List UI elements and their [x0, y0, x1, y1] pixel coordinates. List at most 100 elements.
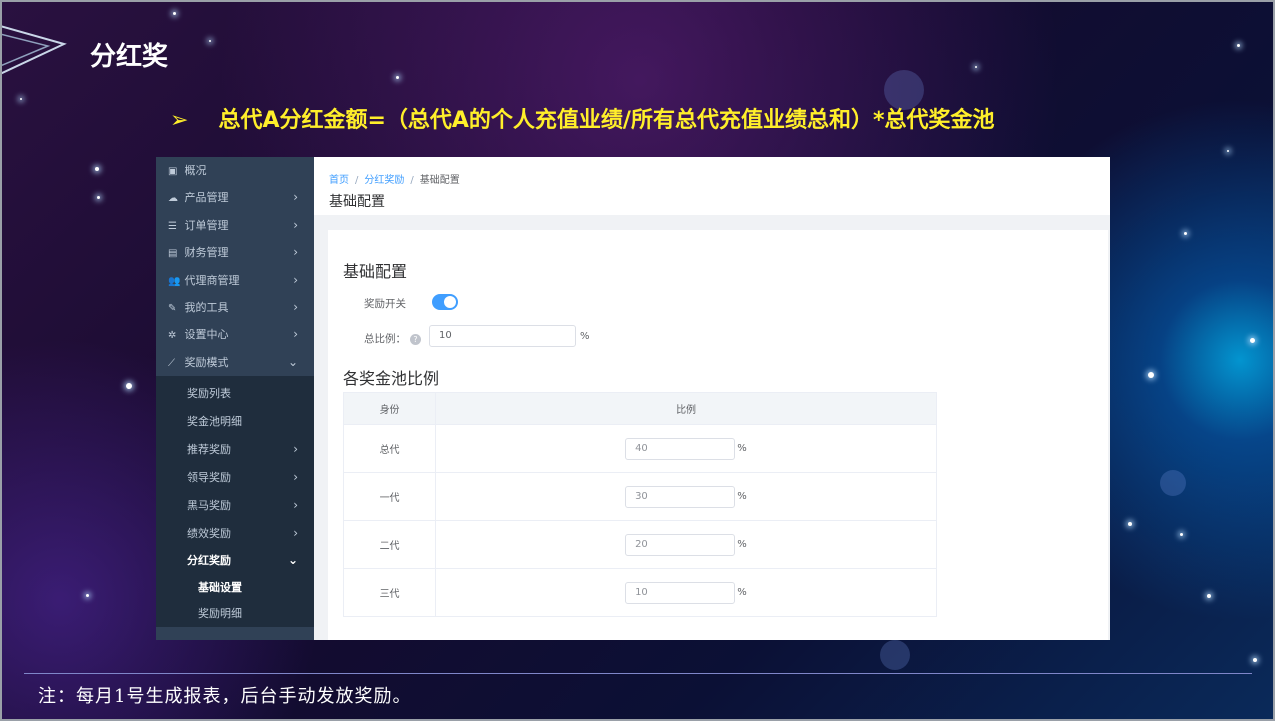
sidebar-item-reward-list[interactable]: 奖励列表 — [156, 380, 314, 408]
sidebar-item-label: 我的工具 — [184, 300, 229, 314]
breadcrumb-home-link[interactable]: 首页 — [329, 175, 349, 186]
sidebar-item-label: 绩效奖励 — [187, 526, 231, 540]
sidebar-item-pool-detail[interactable]: 奖金池明细 — [156, 408, 314, 436]
table-row: 三代 10% — [342, 568, 937, 617]
chevron-right-icon: › — [293, 525, 298, 540]
sidebar-item-label: 订单管理 — [184, 218, 229, 232]
sidebar-item-finance[interactable]: ▤ 财务管理 › — [156, 239, 314, 266]
ratio-cell: 20% — [435, 520, 937, 569]
breadcrumb-separator: / — [355, 175, 359, 186]
ratio-cell: 30% — [435, 472, 937, 521]
sidebar-item-label: 产品管理 — [184, 191, 229, 205]
total-ratio-input[interactable]: 10 — [429, 325, 576, 347]
table-row: 二代 20% — [342, 520, 937, 569]
config-card: 基础配置 奖励开关 总比例：? 10 % 各奖金池比例 身份 比例 总代 40% — [328, 230, 1108, 640]
sidebar: ▣ 概况 ☁ 产品管理 › ☰ 订单管理 › ▤ 财务管理 › 👥 代理商管理 › ✎ … — [156, 157, 314, 640]
breadcrumb: 首页 / 分红奖励 / 基础配置 — [329, 171, 460, 186]
total-ratio-label-text: 总比例： — [364, 333, 406, 345]
chart-icon: ⟋ — [168, 357, 175, 369]
list-icon: ☰ — [168, 220, 177, 232]
breadcrumb-separator: / — [410, 175, 414, 186]
breadcrumb-current: 基础配置 — [419, 175, 460, 186]
table-row: 一代 30% — [342, 472, 937, 521]
percent-unit: % — [737, 443, 747, 454]
ratio-input[interactable]: 30 — [625, 485, 736, 508]
sidebar-item-label: 分红奖励 — [187, 554, 231, 568]
basic-config-title: 基础配置 — [343, 262, 408, 281]
sidebar-item-leader-reward[interactable]: 领导奖励 › — [156, 464, 314, 492]
sidebar-item-basic-settings[interactable]: 基础设置 — [156, 575, 314, 601]
chevron-right-icon: › — [293, 327, 298, 342]
column-header-identity: 身份 — [342, 392, 437, 425]
chevron-right-icon: › — [293, 299, 298, 314]
bullet-arrow-icon: ➢ — [170, 108, 189, 133]
sidebar-item-label: 概况 — [184, 164, 207, 177]
corner-triangle-logo — [0, 24, 67, 76]
sidebar-item-darkhorse-reward[interactable]: 黑马奖励 › — [156, 492, 314, 520]
identity-cell: 一代 — [342, 472, 437, 521]
page-header: 首页 / 分红奖励 / 基础配置 基础配置 — [314, 157, 1110, 215]
sidebar-item-orders[interactable]: ☰ 订单管理 › — [156, 212, 314, 239]
pool-ratio-table: 身份 比例 总代 40% 一代 30% 二代 20% 三代 10 % — [342, 392, 937, 617]
wrench-icon: ✎ — [168, 302, 177, 314]
formula-bullet: ➢ 总代A分红金额=（总代A的个人充值业绩/所有总代充值业绩总和）*总代奖金池 — [170, 102, 994, 134]
percent-unit: % — [737, 491, 747, 502]
sidebar-item-products[interactable]: ☁ 产品管理 › — [156, 184, 314, 211]
money-icon: ▤ — [168, 248, 178, 260]
cloud-icon: ☁ — [168, 193, 178, 205]
help-icon[interactable]: ? — [410, 333, 421, 345]
ratio-input[interactable]: 10 — [625, 581, 736, 604]
reward-submenu: 奖励列表 奖金池明细 推荐奖励 › 领导奖励 › 黑马奖励 › 绩效奖励 › 分红奖励 ⌄… — [156, 376, 314, 628]
ratio-cell: 10% — [435, 568, 937, 617]
column-header-ratio: 比例 — [435, 392, 937, 425]
identity-cell: 三代 — [342, 568, 437, 617]
chevron-right-icon: › — [293, 217, 298, 232]
sidebar-item-dividend-reward[interactable]: 分红奖励 ⌄ — [156, 547, 314, 575]
sidebar-item-performance-reward[interactable]: 绩效奖励 › — [156, 520, 314, 548]
identity-cell: 总代 — [342, 424, 437, 473]
sidebar-item-label: 设置中心 — [184, 328, 229, 342]
breadcrumb-section-link[interactable]: 分红奖励 — [364, 175, 404, 186]
sidebar-item-label: 财务管理 — [184, 246, 229, 260]
sidebar-item-reward-detail[interactable]: 奖励明细 — [156, 601, 314, 627]
reward-switch[interactable] — [432, 294, 458, 310]
ratio-input[interactable]: 40 — [625, 437, 736, 460]
sidebar-item-overview[interactable]: ▣ 概况 — [156, 157, 314, 184]
chevron-down-icon: ⌄ — [287, 354, 298, 369]
table-header-row: 身份 比例 — [342, 392, 937, 425]
ratio-cell: 40% — [435, 424, 937, 473]
footer-divider — [24, 673, 1252, 674]
chevron-right-icon: › — [293, 190, 298, 205]
percent-unit: % — [580, 331, 590, 342]
gear-icon: ✲ — [168, 330, 177, 342]
sidebar-item-referral-reward[interactable]: 推荐奖励 › — [156, 436, 314, 464]
sidebar-item-settings[interactable]: ✲ 设置中心 › — [156, 321, 314, 348]
chevron-right-icon: › — [293, 272, 298, 287]
users-icon: 👥 — [168, 275, 181, 287]
pool-ratio-title: 各奖金池比例 — [343, 369, 440, 388]
chevron-right-icon: › — [293, 441, 298, 456]
sidebar-item-label: 黑马奖励 — [187, 498, 231, 512]
table-row: 总代 40% — [342, 424, 937, 473]
chevron-right-icon: › — [293, 245, 298, 260]
sidebar-item-tools[interactable]: ✎ 我的工具 › — [156, 294, 314, 321]
percent-unit: % — [737, 539, 747, 550]
percent-unit: % — [737, 587, 747, 598]
sidebar-item-label: 奖金池明细 — [187, 415, 242, 429]
admin-screenshot: ▣ 概况 ☁ 产品管理 › ☰ 订单管理 › ▤ 财务管理 › 👥 代理商管理 › ✎ … — [156, 157, 1110, 640]
total-ratio-label: 总比例：? — [364, 331, 421, 346]
sidebar-item-label: 推荐奖励 — [187, 442, 231, 456]
sidebar-item-reward-mode[interactable]: ⟋ 奖励模式 ⌄ — [156, 349, 314, 376]
sidebar-item-label: 领导奖励 — [187, 470, 231, 484]
sidebar-item-label: 代理商管理 — [184, 273, 240, 287]
chevron-down-icon: ⌄ — [287, 553, 298, 568]
main-content: 首页 / 分红奖励 / 基础配置 基础配置 基础配置 奖励开关 总比例：? 10 % 各… — [314, 157, 1110, 640]
identity-cell: 二代 — [342, 520, 437, 569]
chevron-right-icon: › — [293, 469, 298, 484]
sidebar-item-agents[interactable]: 👥 代理商管理 › — [156, 267, 314, 294]
switch-knob — [444, 296, 456, 308]
slide-title: 分红奖 — [90, 42, 169, 72]
formula-text: 总代A分红金额=（总代A的个人充值业绩/所有总代充值业绩总和）*总代奖金池 — [218, 108, 995, 133]
sidebar-item-label: 奖励模式 — [184, 355, 229, 369]
ratio-input[interactable]: 20 — [625, 533, 736, 556]
